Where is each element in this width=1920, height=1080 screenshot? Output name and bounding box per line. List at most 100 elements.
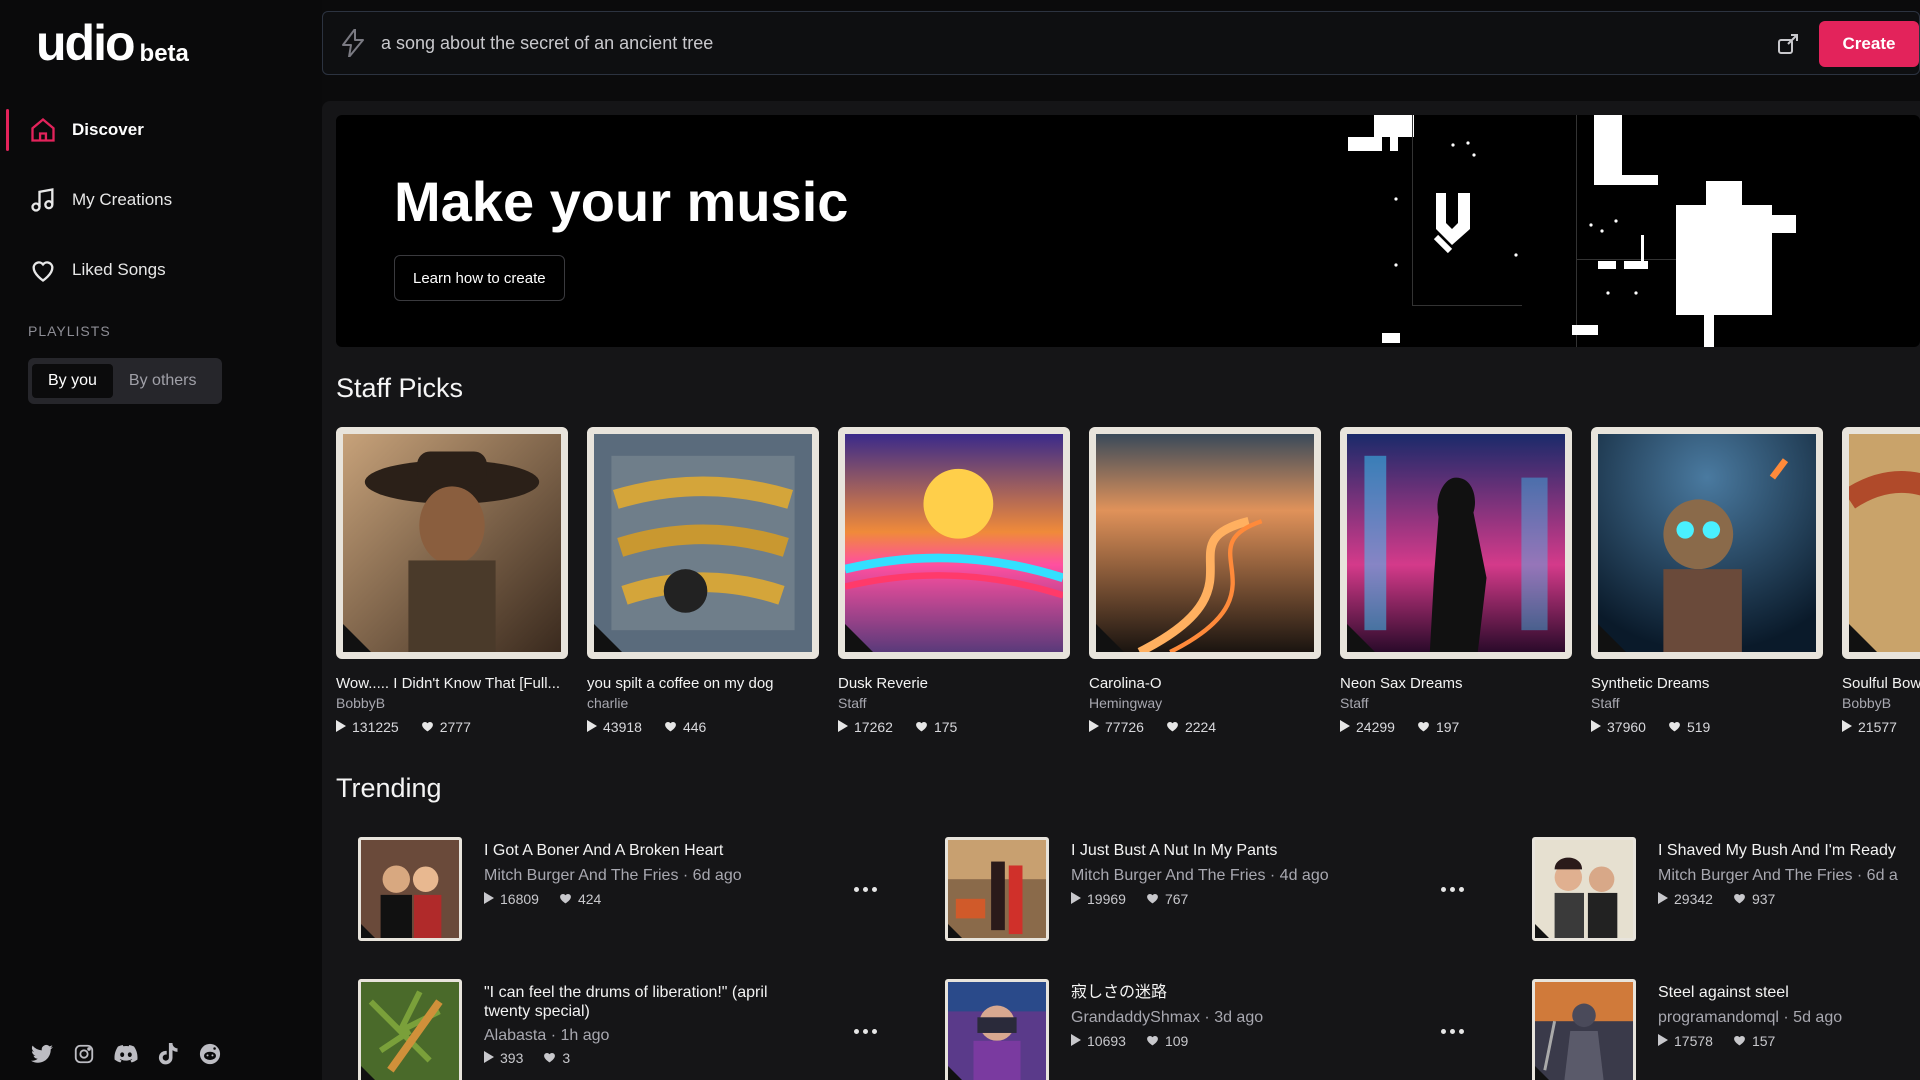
trending-title-text[interactable]: I Shaved My Bush And I'm Ready (1658, 841, 1920, 860)
logo[interactable]: udio beta (36, 18, 189, 68)
track-title[interactable]: you spilt a coffee on my dog (587, 675, 819, 692)
trending-item[interactable]: I Just Bust A Nut In My Pants Mitch Burg… (923, 837, 1483, 947)
trending-title-text[interactable]: I Just Bust A Nut In My Pants (1071, 841, 1411, 860)
trending-item[interactable]: "I can feel the drums of liberation!" (a… (336, 979, 896, 1080)
staff-pick-card[interactable]: Carolina-O Hemingway 77726 2224 (1089, 427, 1321, 735)
prompt-input[interactable] (381, 32, 1919, 54)
track-artist[interactable]: Staff (1591, 695, 1823, 711)
learn-how-button[interactable]: Learn how to create (394, 255, 565, 301)
staff-pick-card[interactable]: Neon Sax Dreams Staff 24299 197 (1340, 427, 1572, 735)
heart-small-icon (1417, 719, 1430, 735)
social-links (30, 1042, 222, 1066)
track-artist[interactable]: Staff (1340, 695, 1572, 711)
more-options-icon[interactable] (850, 1023, 880, 1039)
trending-artist[interactable]: Alabasta (484, 1027, 546, 1044)
staff-pick-card[interactable]: Synthetic Dreams Staff 37960 519 (1591, 427, 1823, 735)
like-count: 2777 (439, 719, 471, 735)
like-count: 767 (1164, 891, 1189, 907)
trending-artist[interactable]: programandomql (1658, 1009, 1779, 1026)
trending-age: 4d ago (1279, 867, 1329, 884)
playlist-by-you-tab[interactable]: By you (32, 364, 113, 398)
heart-icon (28, 255, 58, 285)
logo-beta: beta (139, 40, 189, 67)
track-artist[interactable]: BobbyB (1842, 695, 1920, 711)
play-count: 43918 (603, 719, 642, 735)
trending-item[interactable]: 寂しさの迷路 GrandaddyShmax · 3d ago 10693 109 (923, 979, 1483, 1080)
track-title[interactable]: Wow..... I Didn't Know That [Full... (336, 675, 568, 692)
staff-pick-card[interactable]: Dusk Reverie Staff 17262 175 (838, 427, 1070, 735)
track-title[interactable]: Dusk Reverie (838, 675, 1070, 692)
trending-title-text[interactable]: 寂しさの迷路 (1071, 983, 1411, 1002)
track-artist[interactable]: Staff (838, 695, 1070, 711)
nav-discover[interactable]: Discover (0, 105, 322, 155)
heart-small-icon (1668, 719, 1681, 735)
like-count: 937 (1751, 891, 1776, 907)
prompt-bar: Create (322, 11, 1920, 75)
cover-art (358, 979, 462, 1080)
more-options-icon[interactable] (1437, 881, 1467, 897)
staff-pick-card[interactable]: you spilt a coffee on my dog charlie 439… (587, 427, 819, 735)
trending-title-text[interactable]: I Got A Boner And A Broken Heart (484, 841, 824, 860)
like-count: 3 (562, 1050, 571, 1066)
play-count: 393 (500, 1050, 524, 1066)
trending-age: 6d a (1866, 867, 1898, 884)
trending-artist[interactable]: Mitch Burger And The Fries (1658, 867, 1852, 884)
instagram-icon[interactable] (72, 1042, 96, 1066)
create-button[interactable]: Create (1819, 21, 1919, 67)
cover-art (1591, 427, 1823, 659)
heart-small-icon (543, 1050, 556, 1066)
track-title[interactable]: Carolina-O (1089, 675, 1321, 692)
more-options-icon[interactable] (850, 881, 880, 897)
play-count: 16809 (500, 891, 539, 907)
trending-item[interactable]: I Got A Boner And A Broken Heart Mitch B… (336, 837, 896, 947)
trending-item[interactable]: Steel against steel programandomql · 5d … (1510, 979, 1920, 1080)
playlists-heading: PLAYLISTS (28, 323, 111, 339)
trending-artist[interactable]: Mitch Burger And The Fries (484, 867, 678, 884)
staff-pick-card[interactable]: Soulful Bow BobbyB 21577 (1842, 427, 1920, 735)
track-artist[interactable]: Hemingway (1089, 695, 1321, 711)
track-artist[interactable]: charlie (587, 695, 819, 711)
trending-item[interactable]: I Shaved My Bush And I'm Ready Mitch Bur… (1510, 837, 1920, 947)
share-icon[interactable] (1773, 29, 1803, 59)
twitter-icon[interactable] (30, 1042, 54, 1066)
staff-pick-card[interactable]: Wow..... I Didn't Know That [Full... Bob… (336, 427, 568, 735)
trending-artist[interactable]: Mitch Burger And The Fries (1071, 867, 1265, 884)
trending-artist[interactable]: GrandaddyShmax (1071, 1009, 1200, 1026)
trending-title-text[interactable]: "I can feel the drums of liberation!" (a… (484, 983, 814, 1021)
play-icon (1591, 719, 1601, 735)
play-count: 17262 (854, 719, 893, 735)
track-title[interactable]: Soulful Bow (1842, 675, 1920, 692)
like-count: 2224 (1184, 719, 1217, 735)
trending-age: 6d ago (692, 867, 742, 884)
playlist-toggle: By you By others (28, 358, 222, 404)
cover-art (945, 979, 1049, 1080)
nav-my-creations[interactable]: My Creations (0, 175, 322, 225)
play-count: 17578 (1674, 1033, 1713, 1049)
heart-small-icon (1733, 891, 1746, 907)
tiktok-icon[interactable] (156, 1042, 180, 1066)
trending-subtitle: Alabasta · 1h ago (484, 1027, 610, 1044)
play-icon (484, 891, 494, 907)
hero-banner: Make your music Learn how to create (336, 115, 1920, 347)
track-title[interactable]: Synthetic Dreams (1591, 675, 1823, 692)
track-stats: 37960 519 (1591, 719, 1823, 735)
playlist-by-others-tab[interactable]: By others (113, 364, 213, 398)
lightning-icon (339, 29, 367, 57)
nav-liked-songs[interactable]: Liked Songs (0, 245, 322, 295)
more-options-icon[interactable] (1437, 1023, 1467, 1039)
track-stats: 43918 446 (587, 719, 819, 735)
discord-icon[interactable] (114, 1042, 138, 1066)
trending-stats: 19969 767 (1071, 891, 1188, 907)
trending-stats: 16809 424 (484, 891, 601, 907)
trending-subtitle: Mitch Burger And The Fries · 6d a (1658, 867, 1898, 884)
track-artist[interactable]: BobbyB (336, 695, 568, 711)
staff-picks-title: Staff Picks (336, 373, 464, 403)
track-title[interactable]: Neon Sax Dreams (1340, 675, 1572, 692)
play-count: 77726 (1105, 719, 1144, 735)
heart-small-icon (1146, 1033, 1159, 1049)
track-stats: 21577 (1842, 719, 1920, 735)
reddit-icon[interactable] (198, 1042, 222, 1066)
trending-age: 5d ago (1793, 1009, 1843, 1026)
hero-title: Make your music (394, 170, 849, 233)
trending-title-text[interactable]: Steel against steel (1658, 983, 1920, 1002)
